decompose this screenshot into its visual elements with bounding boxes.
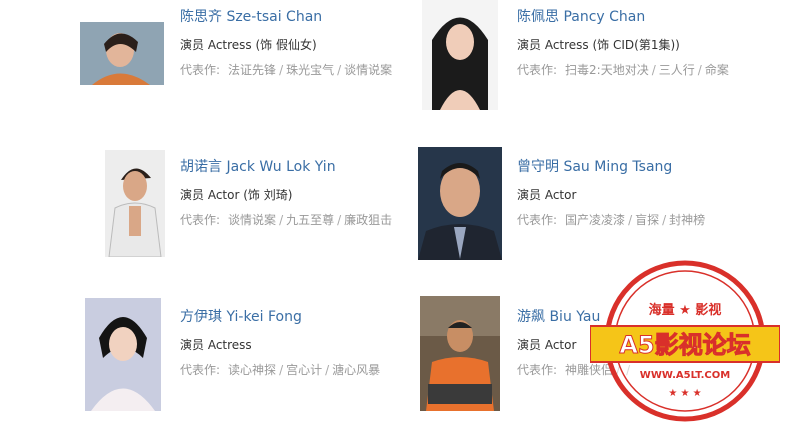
work-link[interactable]: 珠光宝气 — [286, 63, 334, 77]
actor-photo[interactable] — [80, 22, 164, 85]
actor-name[interactable]: 曾守明 Sau Ming Tsang — [517, 156, 672, 176]
actor-name[interactable]: 胡诺言 Jack Wu Lok Yin — [180, 156, 336, 176]
works-label: 代表作: — [517, 63, 558, 77]
work-link[interactable]: 盲探 — [635, 213, 659, 227]
work-link[interactable]: 封神榜 — [669, 213, 705, 227]
cast-card: 方伊琪 Yi-kei Fong 演员 Actress 代表作: 读心神探 / 宫心计 /… — [80, 298, 410, 428]
actor-works: 代表作: 扫毒2:天地对决 / 三人行 / 命案 — [517, 63, 729, 77]
work-link[interactable]: 扫毒2:天地对决 — [565, 63, 649, 77]
actor-photo[interactable] — [418, 147, 502, 260]
watermark-stamp: 海量 ★ 影视 A5影视论坛 WWW.A5LT.COM ★ ★ ★ — [589, 256, 781, 426]
watermark-main-text: A5影视论坛 — [619, 331, 750, 359]
cast-card: 陈佩思 Pancy Chan 演员 Actress (饰 CID(第1集)) 代… — [422, 0, 752, 130]
work-link[interactable]: 廉政狙击 — [344, 213, 392, 227]
work-link[interactable]: 九五至尊 — [286, 213, 334, 227]
work-link[interactable]: 命案 — [705, 63, 729, 77]
actor-role: 演员 Actor — [517, 338, 577, 352]
works-label: 代表作: — [517, 213, 558, 227]
actor-photo[interactable] — [105, 150, 165, 257]
svg-text:★ ★ ★: ★ ★ ★ — [668, 388, 701, 399]
work-link[interactable]: 溏心风暴 — [332, 363, 380, 377]
actor-works: 代表作: 谈情说案 / 九五至尊 / 廉政狙击 — [180, 213, 393, 227]
watermark-url-text: WWW.A5LT.COM — [640, 370, 730, 381]
actor-role: 演员 Actress (饰 假仙女) — [180, 38, 317, 52]
work-link[interactable]: 谈情说案 — [228, 213, 276, 227]
works-label: 代表作: — [180, 213, 221, 227]
actor-role: 演员 Actress (饰 CID(第1集)) — [517, 38, 680, 52]
works-label: 代表作: — [180, 63, 221, 77]
actor-works: 代表作: 读心神探 / 宫心计 / 溏心风暴 — [180, 363, 381, 377]
work-link[interactable]: 国产凌凌漆 — [565, 213, 625, 227]
actor-name[interactable]: 陈佩思 Pancy Chan — [517, 6, 645, 26]
actor-works: 代表作: 法证先锋 / 珠光宝气 / 谈情说案 — [180, 63, 393, 77]
work-link[interactable]: 宫心计 — [286, 363, 322, 377]
work-link[interactable]: 谈情说案 — [344, 63, 392, 77]
work-link[interactable]: 三人行 — [659, 63, 695, 77]
cast-card: 陈思齐 Sze-tsai Chan 演员 Actress (饰 假仙女) 代表作… — [80, 0, 410, 130]
actor-role: 演员 Actor (饰 刘琦) — [180, 188, 293, 202]
actor-photo[interactable] — [85, 298, 161, 411]
cast-card: 胡诺言 Jack Wu Lok Yin 演员 Actor (饰 刘琦) 代表作:… — [80, 150, 410, 280]
actor-photo[interactable] — [422, 0, 498, 110]
watermark-top-text: 海量 ★ 影视 — [649, 302, 722, 318]
actor-name[interactable]: 陈思齐 Sze-tsai Chan — [180, 6, 322, 26]
works-label: 代表作: — [517, 363, 558, 377]
actor-name[interactable]: 游飙 Biu Yau — [517, 306, 600, 326]
actor-role: 演员 Actor — [517, 188, 577, 202]
work-link[interactable]: 读心神探 — [228, 363, 276, 377]
work-link[interactable]: 法证先锋 — [228, 63, 276, 77]
works-label: 代表作: — [180, 363, 221, 377]
actor-photo[interactable] — [420, 296, 500, 411]
actor-works: 代表作: 国产凌凌漆 / 盲探 / 封神榜 — [517, 213, 706, 227]
actor-name[interactable]: 方伊琪 Yi-kei Fong — [180, 306, 302, 326]
actor-role: 演员 Actress — [180, 338, 252, 352]
